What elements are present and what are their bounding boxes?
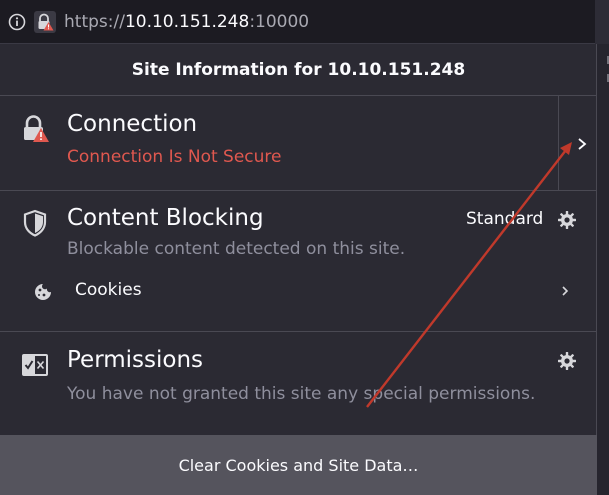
- gear-icon[interactable]: [552, 346, 582, 376]
- cookies-row[interactable]: Cookies: [0, 271, 597, 311]
- shield-icon: [20, 208, 50, 238]
- panel-title: Site Information for 10.10.151.248: [0, 44, 597, 96]
- urlbar-edge: [595, 0, 609, 44]
- permissions-title: Permissions: [67, 347, 204, 373]
- content-blocking-description: Blockable content detected on this site.: [67, 239, 406, 259]
- content-blocking-section: Content Blocking Standard Blockable cont…: [0, 191, 597, 332]
- cookies-label: Cookies: [75, 280, 142, 300]
- content-blocking-title: Content Blocking: [67, 205, 264, 231]
- chevron-right-icon[interactable]: [550, 276, 580, 306]
- url-text[interactable]: https://10.10.151.248:10000: [64, 11, 309, 33]
- connection-status: Connection Is Not Secure: [67, 147, 282, 167]
- insecure-lock-icon: [20, 114, 50, 144]
- url-scheme: https://: [64, 12, 125, 32]
- connection-divider: [558, 96, 559, 191]
- gear-icon[interactable]: [552, 205, 582, 235]
- url-host: 10.10.151.248: [124, 12, 250, 32]
- permissions-description: You have not granted this site any speci…: [67, 384, 536, 404]
- scrollbar-edge: [597, 44, 609, 495]
- url-bar[interactable]: https://10.10.151.248:10000: [0, 0, 609, 44]
- connection-title: Connection: [67, 111, 198, 137]
- scroll-tick: [601, 74, 609, 82]
- url-port: :10000: [249, 12, 310, 32]
- permissions-section: Permissions You have not granted this si…: [0, 332, 597, 435]
- info-icon[interactable]: [6, 11, 28, 33]
- chevron-right-icon[interactable]: [567, 129, 597, 159]
- connection-section[interactable]: Connection Connection Is Not Secure: [0, 96, 597, 191]
- cookie-icon: [33, 282, 53, 302]
- insecure-lock-icon[interactable]: [34, 11, 56, 33]
- permissions-icon: [20, 350, 50, 380]
- blocking-level-label: Standard: [466, 209, 544, 229]
- clear-cookies-button[interactable]: Clear Cookies and Site Data…: [0, 435, 597, 495]
- site-information-panel: Site Information for 10.10.151.248 Conne…: [0, 44, 597, 495]
- scroll-tick: [601, 56, 609, 64]
